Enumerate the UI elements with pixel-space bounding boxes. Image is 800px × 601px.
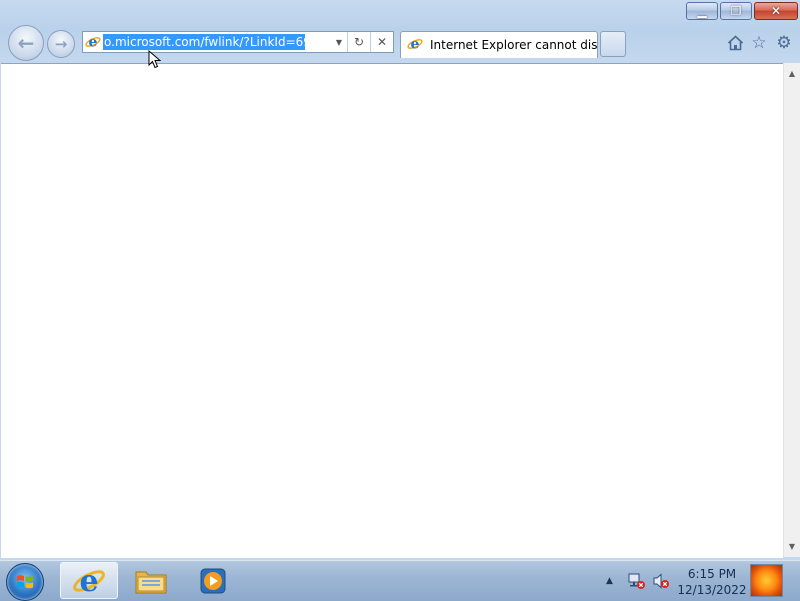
stop-icon: ✕ — [376, 35, 388, 49]
address-url-text[interactable]: o.microsoft.com/fwlink/?LinkId=69157 — [103, 34, 305, 50]
mouse-cursor-icon — [148, 50, 162, 69]
tab-title: Internet Explorer cannot displ... — [430, 38, 597, 52]
show-desktop-button[interactable] — [750, 564, 783, 597]
folder-icon — [135, 571, 167, 593]
clock-time: 6:15 PM — [687, 567, 737, 581]
refresh-icon: ↻ — [353, 35, 365, 49]
tab-active[interactable]: e Internet Explorer cannot displ... — [400, 31, 598, 58]
forward-arrow-icon: → — [54, 35, 68, 53]
back-button[interactable]: ← — [8, 25, 44, 61]
svg-text:e: e — [79, 564, 98, 598]
chevron-down-icon: ▼ — [335, 37, 343, 47]
forward-button[interactable]: → — [47, 30, 75, 58]
home-icon — [727, 35, 743, 51]
taskbar-internet-explorer[interactable]: e — [60, 562, 118, 599]
gear-icon: ⚙ — [776, 33, 792, 53]
home-button[interactable] — [725, 33, 745, 53]
new-tab-button[interactable] — [600, 31, 626, 57]
svg-text:e: e — [89, 35, 98, 51]
ie-tab-icon: e — [407, 36, 423, 55]
star-icon: ☆ — [751, 33, 767, 53]
close-icon: ✕ — [770, 4, 782, 18]
start-button[interactable] — [6, 563, 44, 601]
minimize-button[interactable]: ▁ — [686, 2, 718, 20]
browser-window: ▁ ❐ ✕ ← → e o.microsoft.com/fwlink/?Link… — [0, 0, 800, 560]
network-tray-button[interactable] — [628, 561, 646, 601]
ie-page-icon: e — [83, 34, 103, 50]
internet-explorer-icon: e — [73, 564, 105, 598]
stop-button[interactable]: ✕ — [370, 32, 393, 52]
window-caption-buttons: ▁ ❐ ✕ — [684, 2, 798, 20]
taskbar-windows-explorer[interactable] — [122, 562, 180, 599]
volume-muted-icon — [653, 573, 669, 589]
address-bar[interactable]: e o.microsoft.com/fwlink/?LinkId=69157 ▼… — [82, 31, 394, 53]
clock-date: 12/13/2022 — [677, 583, 747, 597]
windows-logo-icon — [17, 575, 33, 589]
network-error-icon — [628, 573, 645, 589]
scroll-up-arrow-icon[interactable]: ▲ — [784, 65, 800, 82]
media-player-icon — [200, 568, 226, 593]
svg-text:e: e — [411, 36, 420, 52]
volume-tray-button[interactable] — [652, 561, 670, 601]
taskbar-media-player[interactable] — [184, 562, 242, 599]
system-clock[interactable]: 6:15 PM 12/13/2022 — [676, 566, 748, 598]
taskbar: e ▲ 6:15 PM 12/13/2022 — [0, 560, 800, 601]
vertical-scrollbar[interactable]: ▲ ▼ — [783, 63, 800, 557]
favorites-button[interactable]: ☆ — [749, 33, 769, 53]
back-arrow-icon: ← — [17, 31, 35, 55]
page-content[interactable] — [1, 63, 783, 558]
refresh-button[interactable]: ↻ — [347, 32, 370, 52]
close-button[interactable]: ✕ — [754, 2, 798, 20]
chevron-up-icon: ▲ — [606, 576, 613, 586]
restore-button[interactable]: ❐ — [720, 2, 752, 20]
address-dropdown-button[interactable]: ▼ — [331, 32, 347, 52]
show-hidden-icons-button[interactable]: ▲ — [606, 561, 613, 601]
minimize-icon: ▁ — [697, 4, 707, 18]
restore-icon: ❐ — [730, 4, 742, 18]
tools-button[interactable]: ⚙ — [774, 33, 794, 53]
scroll-down-arrow-icon[interactable]: ▼ — [784, 538, 800, 555]
